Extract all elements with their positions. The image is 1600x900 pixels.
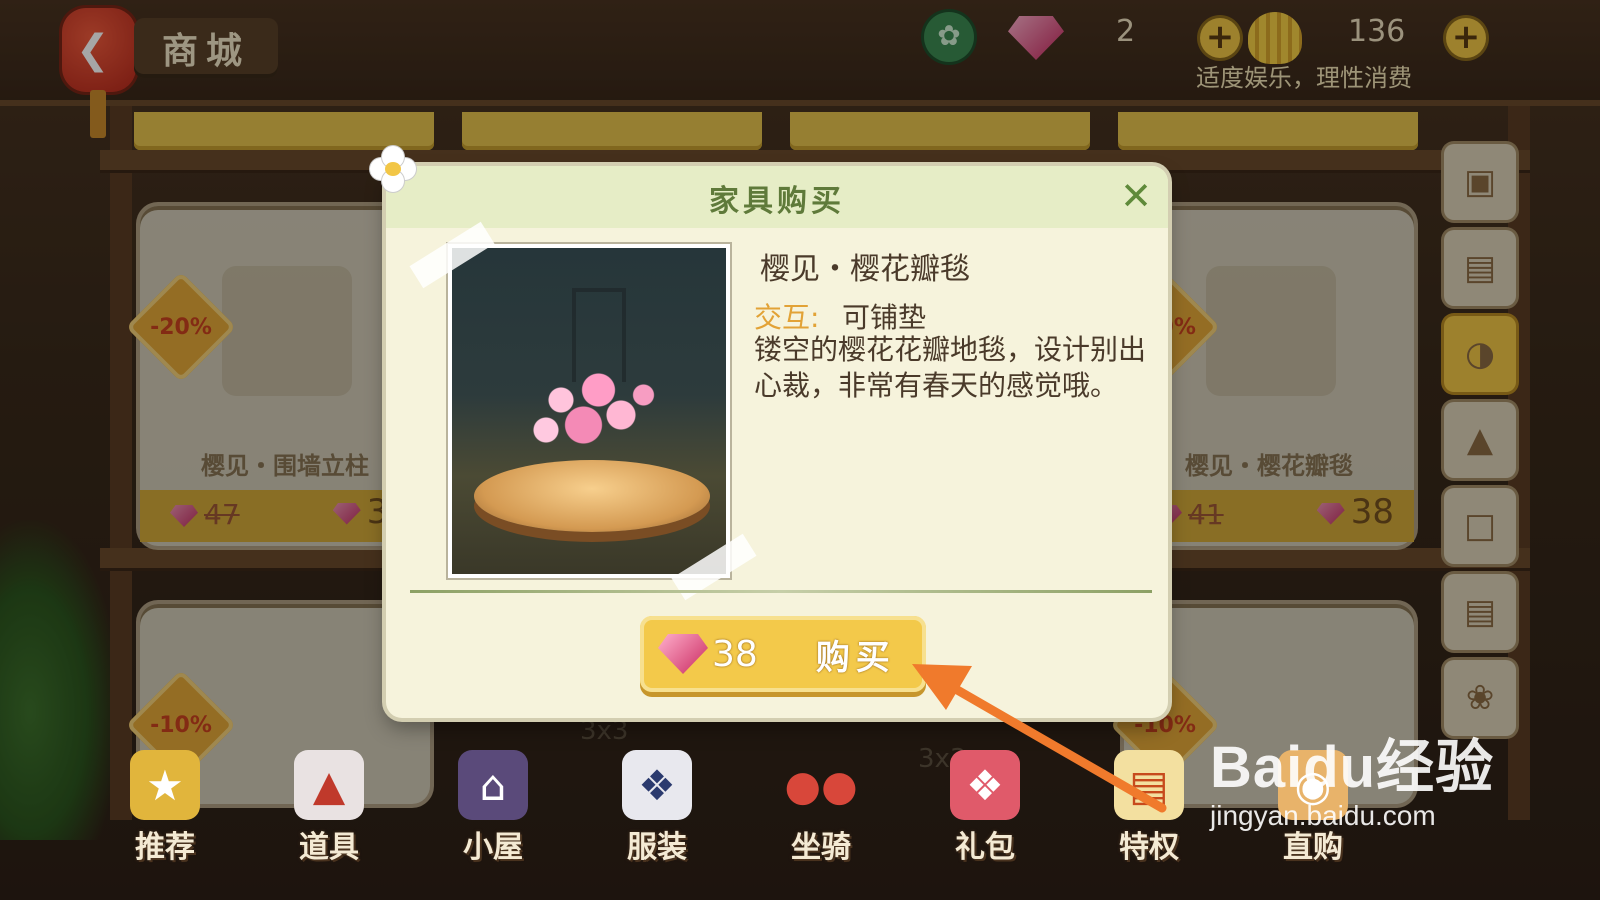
nav-label: 推荐 bbox=[135, 830, 195, 865]
nav-mount[interactable]: ●● 坐骑 bbox=[756, 750, 886, 866]
nav-label: 小屋 bbox=[463, 830, 523, 865]
nav-label: 服装 bbox=[627, 830, 687, 865]
nav-privilege[interactable]: ▤ 特权 bbox=[1084, 750, 1214, 865]
display-pedestal bbox=[474, 460, 710, 532]
buy-button[interactable]: 38 购买 bbox=[640, 616, 926, 692]
calendar-icon: ▤ bbox=[1114, 750, 1184, 820]
bicycle-icon: ●● bbox=[784, 760, 858, 810]
nav-gift-pack[interactable]: ❖ 礼包 bbox=[920, 750, 1050, 865]
house-icon: ⌂ bbox=[458, 750, 528, 820]
buy-price: 38 bbox=[712, 633, 758, 675]
nav-label: 特权 bbox=[1119, 830, 1179, 865]
dialog-title: 家具购买 bbox=[709, 184, 845, 219]
nav-clothing[interactable]: ❖ 服装 bbox=[592, 750, 722, 865]
item-name: 樱见・樱花瓣毯 bbox=[760, 252, 970, 287]
gift-icon: ❖ bbox=[950, 750, 1020, 820]
watermark-brand: Baidu经验 bbox=[1210, 735, 1495, 800]
fox-mask-icon: ▲ bbox=[294, 750, 364, 820]
item-description: 镂空的樱花花瓣地毯，设计别出心裁，非常有春天的感觉哦。 bbox=[754, 333, 1147, 402]
nav-house[interactable]: ⌂ 小屋 bbox=[428, 750, 558, 865]
nav-recommend[interactable]: ★ 推荐 bbox=[100, 750, 230, 865]
furniture-purchase-dialog: 家具购买 ✕ 樱见・樱花瓣毯 交互: 可铺垫 镂空的樱花花瓣地毯，设计别出心裁，… bbox=[370, 146, 1168, 718]
baidu-watermark: Baidu经验 jingyan.baidu.com bbox=[1210, 720, 1494, 832]
gem-icon bbox=[658, 634, 708, 674]
nav-label: 礼包 bbox=[955, 830, 1015, 865]
buy-label: 购买 bbox=[815, 637, 896, 678]
nav-label: 道具 bbox=[299, 830, 359, 865]
item-preview-image bbox=[448, 244, 730, 578]
dialog-divider bbox=[410, 590, 1152, 593]
watermark-url: jingyan.baidu.com bbox=[1210, 800, 1436, 831]
star-icon: ★ bbox=[130, 750, 200, 820]
nav-label: 坐骑 bbox=[791, 830, 851, 865]
close-icon[interactable]: ✕ bbox=[1120, 176, 1152, 216]
interaction-label: 交互: bbox=[754, 301, 820, 334]
uniform-icon: ❖ bbox=[622, 750, 692, 820]
interaction-value: 可铺垫 bbox=[842, 301, 927, 334]
blossom-rug-model bbox=[516, 360, 666, 460]
nav-items[interactable]: ▲ 道具 bbox=[264, 750, 394, 865]
